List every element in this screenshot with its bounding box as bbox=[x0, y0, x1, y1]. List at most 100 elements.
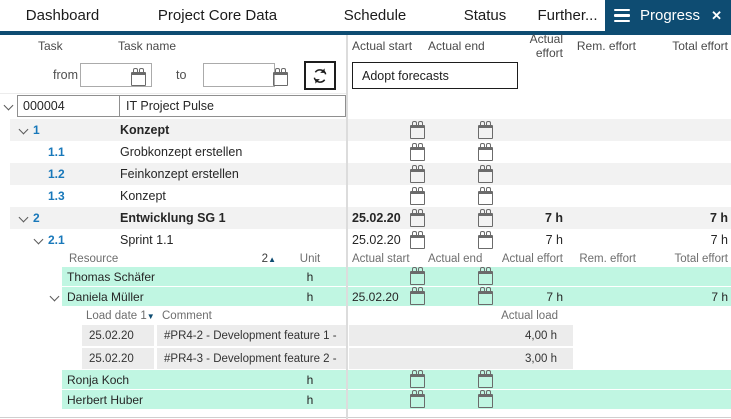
resource-row[interactable]: Thomas Schäfer h bbox=[0, 267, 731, 287]
sort-asc-icon: ▲ bbox=[268, 255, 276, 264]
chevron-down-icon[interactable] bbox=[4, 102, 13, 111]
col-header-actual-end: Actual end bbox=[428, 253, 500, 265]
to-date-input[interactable] bbox=[203, 63, 275, 87]
tab-schedule[interactable]: Schedule bbox=[310, 0, 440, 31]
task-row[interactable]: 2 Entwicklung SG 1 25.02.20 7 h 7 h bbox=[0, 207, 731, 229]
col-header-total-effort: Total effort bbox=[636, 39, 731, 53]
load-date-col-header[interactable]: Load date 1▼ bbox=[86, 310, 155, 322]
chevron-down-icon[interactable] bbox=[19, 126, 28, 135]
calendar-icon[interactable] bbox=[478, 271, 493, 285]
resource-header-row: Resource 2▲ Unit Actual start Actual end… bbox=[0, 251, 731, 267]
calendar-icon[interactable] bbox=[410, 291, 425, 305]
tab-project-core-data[interactable]: Project Core Data bbox=[125, 0, 310, 31]
col-header-task-name: Task name bbox=[118, 39, 176, 53]
adopt-forecasts-button[interactable]: Adopt forecasts bbox=[352, 62, 518, 89]
calendar-icon[interactable] bbox=[478, 394, 493, 408]
filter-row: from to Adopt forecasts bbox=[0, 57, 731, 94]
tab-dashboard[interactable]: Dashboard bbox=[0, 0, 125, 31]
task-row[interactable]: 1 Konzept bbox=[0, 119, 731, 141]
task-row[interactable]: 1.3 Konzept bbox=[0, 185, 731, 207]
total-effort-value: 7 h bbox=[636, 290, 731, 304]
calendar-icon[interactable] bbox=[478, 169, 493, 183]
tab-status[interactable]: Status bbox=[440, 0, 530, 31]
menu-icon[interactable] bbox=[614, 9, 630, 23]
task-name: Feinkonzept erstellen bbox=[120, 167, 239, 181]
resource-col-header[interactable]: Resource bbox=[69, 253, 118, 265]
col-header-actual-start: Actual start bbox=[348, 39, 428, 53]
close-icon[interactable]: ✕ bbox=[711, 8, 722, 24]
resource-name: Herbert Huber bbox=[0, 393, 288, 407]
actual-effort-value: 7 h bbox=[500, 211, 563, 225]
bottom-divider bbox=[0, 417, 731, 418]
col-header-actual-effort: Actual effort bbox=[500, 32, 563, 60]
comment-col-header[interactable]: Comment bbox=[162, 310, 212, 322]
col-header-total-effort: Total effort bbox=[636, 253, 731, 265]
task-row[interactable]: 1.2 Feinkonzept erstellen bbox=[0, 163, 731, 185]
unit-col-header[interactable]: Unit bbox=[288, 253, 332, 265]
col-header-task: Task bbox=[38, 39, 63, 53]
calendar-icon[interactable] bbox=[410, 169, 425, 183]
load-row[interactable]: 25.02.20 #PR4-3 - Development feature 2 … bbox=[0, 347, 731, 370]
unit-value: h bbox=[288, 290, 332, 304]
resource-name: Daniela Müller bbox=[0, 290, 288, 304]
calendar-icon[interactable] bbox=[478, 147, 493, 161]
task-row[interactable]: 1.1 Grobkonzept erstellen bbox=[0, 141, 731, 163]
project-id-cell[interactable]: 000004 bbox=[17, 95, 120, 117]
project-name-cell[interactable]: IT Project Pulse bbox=[119, 95, 346, 117]
task-number: 2.1 bbox=[48, 233, 120, 247]
task-number: 1.3 bbox=[48, 189, 120, 203]
task-name: Entwicklung SG 1 bbox=[120, 211, 226, 225]
calendar-icon[interactable] bbox=[410, 271, 425, 285]
tab-progress[interactable]: Progress ✕ bbox=[605, 0, 731, 31]
chevron-down-icon[interactable] bbox=[34, 236, 43, 245]
task-name: Sprint 1.1 bbox=[120, 233, 174, 247]
task-row[interactable]: 2.1 Sprint 1.1 25.02.20 7 h 7 h bbox=[0, 229, 731, 251]
task-number: 1.1 bbox=[48, 145, 120, 159]
resource-name: Thomas Schäfer bbox=[0, 270, 288, 284]
calendar-icon[interactable] bbox=[478, 213, 493, 227]
actual-start-value: 25.02.20 bbox=[352, 233, 410, 247]
col-header-rem-effort: Rem. effort bbox=[563, 253, 636, 265]
calendar-icon[interactable] bbox=[410, 125, 425, 139]
load-comment: #PR4-2 - Development feature 1 - bbox=[157, 325, 346, 346]
column-header-row: Task Task name Actual start Actual end A… bbox=[0, 35, 731, 57]
load-value: 3,00 h bbox=[349, 348, 573, 369]
calendar-icon[interactable] bbox=[478, 125, 493, 139]
calendar-icon[interactable] bbox=[410, 191, 425, 205]
task-number: 1.2 bbox=[48, 167, 120, 181]
calendar-icon[interactable] bbox=[478, 291, 493, 305]
calendar-icon[interactable] bbox=[478, 374, 493, 388]
chevron-down-icon[interactable] bbox=[19, 214, 28, 223]
load-date: 25.02.20 bbox=[82, 325, 154, 346]
col-header-actual-start: Actual start bbox=[348, 253, 428, 265]
unit-value: h bbox=[288, 270, 332, 284]
resource-row[interactable]: Daniela Müller h 25.02.20 7 h 7 h bbox=[0, 287, 731, 307]
calendar-icon[interactable] bbox=[273, 72, 288, 86]
resource-row[interactable]: Ronja Koch h bbox=[0, 370, 731, 390]
calendar-icon[interactable] bbox=[410, 235, 425, 249]
chevron-down-icon[interactable] bbox=[50, 293, 59, 302]
actual-load-col-header: Actual load bbox=[348, 310, 558, 322]
calendar-icon[interactable] bbox=[410, 213, 425, 227]
calendar-icon[interactable] bbox=[410, 394, 425, 408]
load-date: 25.02.20 bbox=[82, 348, 154, 369]
load-row[interactable]: 25.02.20 #PR4-2 - Development feature 1 … bbox=[0, 324, 731, 347]
calendar-icon[interactable] bbox=[410, 374, 425, 388]
resource-row[interactable]: Herbert Huber h bbox=[0, 390, 731, 410]
calendar-icon[interactable] bbox=[478, 235, 493, 249]
col-header-rem-effort: Rem. effort bbox=[563, 39, 636, 53]
load-comment: #PR4-3 - Development feature 2 - bbox=[157, 348, 346, 369]
calendar-icon[interactable] bbox=[478, 191, 493, 205]
refresh-button[interactable] bbox=[304, 61, 336, 90]
calendar-icon[interactable] bbox=[131, 72, 146, 86]
task-number: 1 bbox=[33, 123, 120, 137]
calendar-icon[interactable] bbox=[410, 147, 425, 161]
project-row[interactable]: 000004 IT Project Pulse bbox=[0, 94, 731, 119]
to-label: to bbox=[176, 68, 186, 82]
actual-start-value: 25.02.20 bbox=[352, 290, 410, 304]
total-effort-value: 7 h bbox=[636, 211, 731, 225]
pane-divider bbox=[346, 35, 348, 419]
unit-value: h bbox=[288, 393, 332, 407]
tab-further[interactable]: Further... bbox=[530, 0, 605, 31]
sort-indicator[interactable]: 2▲ bbox=[262, 253, 276, 265]
